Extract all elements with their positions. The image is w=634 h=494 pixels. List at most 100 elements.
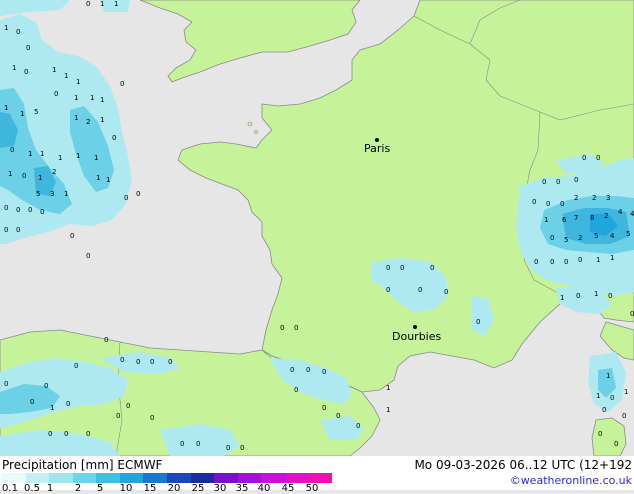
precip-value-label: 1 — [100, 0, 104, 8]
precip-value-label: 0 — [322, 404, 326, 412]
precip-value-label: 7 — [574, 214, 578, 222]
legend-tick-label: 30 — [213, 483, 227, 494]
precip-value-label: 1 — [52, 66, 56, 74]
precip-value-label: 5 — [36, 190, 40, 198]
precip-value-label: 0 — [226, 444, 230, 452]
precip-value-label: 0 — [386, 286, 390, 294]
precip-value-label: 0 — [4, 204, 8, 212]
precip-value-label: 5 — [34, 108, 38, 116]
legend-color-segment — [72, 473, 97, 483]
precip-value-label: 0 — [564, 258, 568, 266]
precip-value-label: 1 — [76, 78, 80, 86]
precip-value-label: 0 — [40, 208, 44, 216]
precip-value-label: 0 — [574, 176, 578, 184]
precip-value-label: 0 — [86, 430, 90, 438]
precip-value-label: 0 — [294, 324, 298, 332]
precip-value-label: 0 — [356, 422, 360, 430]
precip-value-label: 1 — [596, 256, 600, 264]
legend-color-segment — [143, 473, 168, 483]
precip-value-label: 1 — [386, 406, 390, 414]
precip-value-label: 0 — [336, 412, 340, 420]
precip-value-label: 8 — [590, 214, 594, 222]
precip-value-label: 0 — [598, 430, 602, 438]
precip-value-label: 0 — [16, 28, 20, 36]
precip-value-label: 4 — [630, 210, 634, 218]
precip-value-label: 1 — [40, 150, 44, 158]
precip-value-label: 0 — [532, 198, 536, 206]
legend-tick-label: 20 — [167, 483, 181, 494]
precip-value-label: 0 — [70, 232, 74, 240]
map-canvas: Paris Dourbies 0 1 11 001 0 1110 1 1 1011 51 2 100 1… — [0, 0, 634, 457]
precip-value-label: 1 — [20, 110, 24, 118]
valid-time: Mo 09-03-2026 06..12 UTC (12+192 — [414, 458, 632, 472]
precip-value-label: 0 — [28, 206, 32, 214]
precip-value-label: 1 — [90, 94, 94, 102]
precip-value-label: 0 — [64, 430, 68, 438]
precip-value-label: 1 — [4, 104, 8, 112]
precip-value-label: 0 — [622, 412, 626, 420]
precip-value-label: 2 — [86, 118, 90, 126]
precip-value-label: 0 — [614, 440, 618, 448]
precip-value-label: 1 — [64, 190, 68, 198]
precip-value-label: 1 — [4, 24, 8, 32]
precip-value-label: 0 — [576, 292, 580, 300]
precip-value-label: 0 — [116, 412, 120, 420]
precip-value-label: 1 — [64, 72, 68, 80]
precip-value-label: 0 — [444, 288, 448, 296]
precip-value-label: 0 — [74, 362, 78, 370]
precip-value-label: 1 — [38, 174, 42, 182]
legend-tick-label: 0.5 — [24, 483, 40, 494]
precip-value-label: 1 — [560, 294, 564, 302]
legend-tick-label: 0.1 — [2, 483, 18, 494]
precip-value-label: 0 — [136, 358, 140, 366]
precip-value-label: 0 — [306, 366, 310, 374]
precip-value-label: 0 — [26, 44, 30, 52]
precip-value-label: 5 — [626, 230, 630, 238]
map-footer: Precipitation [mm] ECMWF Mo 09-03-2026 0… — [0, 456, 634, 494]
precip-value-label: 0 — [16, 226, 20, 234]
precip-value-label: 5 — [564, 236, 568, 244]
legend-tick-label: 15 — [143, 483, 157, 494]
precip-value-label: 0 — [602, 406, 606, 414]
legend-color-segment — [214, 473, 239, 483]
precip-value-label: 0 — [430, 264, 434, 272]
precip-value-label: 0 — [4, 226, 8, 234]
legend-tick-label: 35 — [235, 483, 249, 494]
precip-value-label: 1 — [606, 372, 610, 380]
precip-value-label: 0 — [4, 380, 8, 388]
precip-value-label: 1 — [596, 392, 600, 400]
legend-tick-label: 40 — [257, 483, 271, 494]
legend-tick-label: 2 — [74, 483, 82, 494]
precip-value-label: 1 — [94, 154, 98, 162]
precip-value-label: 1 — [100, 116, 104, 124]
precip-value-label: 0 — [24, 68, 28, 76]
legend-color-segment — [237, 473, 262, 483]
legend-color-segment — [284, 473, 309, 483]
map-title: Precipitation [mm] ECMWF — [2, 458, 163, 472]
precip-value-label: 0 — [150, 414, 154, 422]
precip-value-label: 1 — [76, 152, 80, 160]
precip-value-label: 0 — [578, 256, 582, 264]
legend-arrow-icon — [318, 473, 330, 483]
precip-legend-bar — [2, 473, 333, 483]
precip-value-label: 0 — [48, 430, 52, 438]
precip-value-label: 0 — [582, 154, 586, 162]
credit-link[interactable]: ©weatheronline.co.uk — [510, 474, 632, 487]
legend-tick-label: 5 — [96, 483, 104, 494]
precip-value-label: 2 — [578, 234, 582, 242]
precip-value-label: 1 — [100, 96, 104, 104]
legend-tick-label: 1 — [46, 483, 54, 494]
precip-value-label: 0 — [86, 0, 90, 8]
precip-value-label: 0 — [240, 444, 244, 452]
precip-value-label: 1 — [74, 94, 78, 102]
legend-color-segment — [261, 473, 286, 483]
precip-value-label: 1 — [114, 0, 118, 8]
precip-value-label: 0 — [322, 368, 326, 376]
precip-value-label: 1 — [386, 384, 390, 392]
precip-value-label: 0 — [124, 194, 128, 202]
city-label-dourbies: Dourbies — [392, 330, 442, 343]
precip-value-label: 4 — [618, 208, 623, 216]
precip-value-label: 0 — [16, 206, 20, 214]
precip-value-label: 0 — [120, 80, 124, 88]
precip-value-label: 1 — [50, 404, 54, 412]
